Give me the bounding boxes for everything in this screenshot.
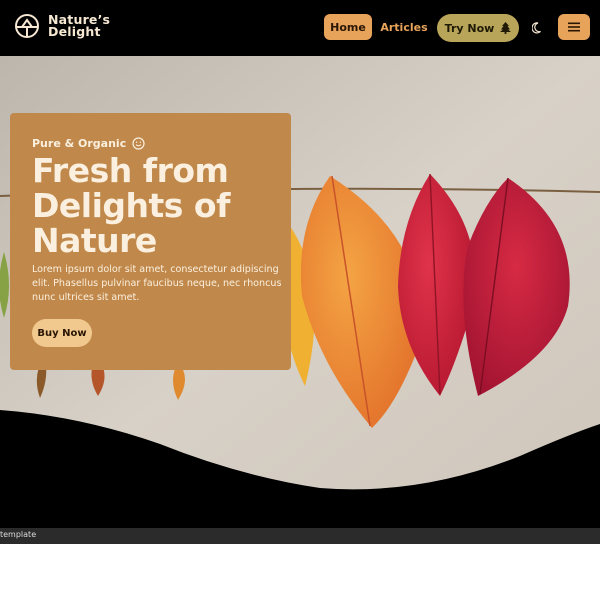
nav-home-label: Home bbox=[330, 20, 366, 34]
try-now-label: Try Now bbox=[444, 21, 495, 35]
hamburger-menu-icon bbox=[568, 22, 580, 32]
moon-icon bbox=[532, 22, 541, 34]
buy-now-button[interactable]: Buy Now bbox=[32, 319, 92, 347]
leaf-logo-icon bbox=[15, 14, 39, 38]
hero-eyebrow-label: Pure & Organic bbox=[32, 137, 127, 150]
status-bar: template bbox=[0, 528, 600, 544]
nav-home-button[interactable]: Home bbox=[324, 14, 372, 40]
hero-section: Pure & Organic Fresh from Delights of Na… bbox=[0, 56, 600, 528]
brand-name-line2: Delight bbox=[48, 24, 101, 39]
hero-headline-line: Delights of bbox=[32, 186, 230, 225]
status-bar-label: template bbox=[0, 530, 37, 539]
brand-logo[interactable]: Nature’s Delight bbox=[14, 12, 110, 40]
hero-headline-line: Nature bbox=[32, 221, 157, 260]
hero-card: Pure & Organic Fresh from Delights of Na… bbox=[10, 113, 291, 370]
smile-icon bbox=[132, 137, 145, 150]
hero-eyebrow: Pure & Organic bbox=[32, 137, 145, 150]
try-now-button[interactable]: Try Now bbox=[437, 14, 519, 42]
brand-name: Nature’s Delight bbox=[48, 13, 110, 39]
buy-now-label: Buy Now bbox=[37, 327, 87, 339]
site-header: Nature’s Delight Home Articles Try Now bbox=[0, 0, 600, 56]
hero-description: Lorem ipsum dolor sit amet, consectetur … bbox=[32, 264, 282, 303]
nav-articles-label: Articles bbox=[380, 20, 428, 34]
hero-headline: Fresh from Delights of Nature bbox=[32, 153, 282, 258]
tree-icon bbox=[500, 22, 512, 34]
nav-articles-link[interactable]: Articles bbox=[380, 14, 428, 40]
menu-button[interactable] bbox=[558, 14, 590, 40]
theme-toggle-button[interactable] bbox=[528, 18, 548, 38]
hero-headline-line: Fresh from bbox=[32, 151, 229, 190]
